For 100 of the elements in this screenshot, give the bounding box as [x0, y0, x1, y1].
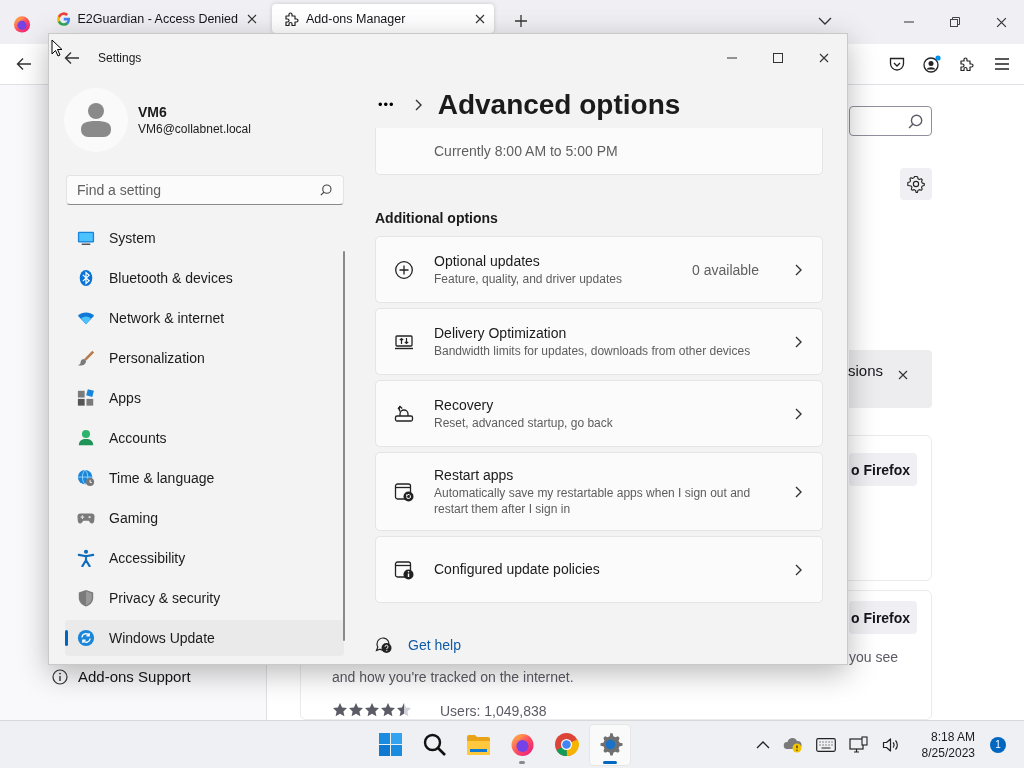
option-description: Bandwidth limits for updates, downloads from other devices	[434, 343, 752, 359]
option-card[interactable]: Recovery Reset, advanced startup, go back	[375, 380, 823, 447]
bluetooth-icon	[77, 269, 95, 287]
caret-up-icon	[755, 740, 770, 749]
extension-description: and how you're tracked on the internet.	[332, 669, 574, 685]
breadcrumb-overflow-button[interactable]: •••	[378, 97, 395, 112]
maximize-icon	[773, 52, 783, 63]
close-icon	[995, 16, 1007, 28]
browser-tab[interactable]: E2Guardian - Access Denied	[44, 4, 266, 33]
plus-icon	[514, 14, 528, 28]
chevron-right-icon	[795, 407, 802, 420]
close-icon	[819, 52, 829, 63]
firefox-logo-icon	[509, 732, 535, 757]
option-description: Automatically save my restartable apps when I sign out and restart them after I sign in	[434, 485, 752, 517]
nav-item[interactable]: System	[65, 220, 344, 256]
nav-item[interactable]: Apps	[65, 380, 344, 416]
dismiss-button[interactable]	[898, 370, 908, 380]
chevron-down-icon	[818, 17, 832, 25]
speaker-icon	[881, 736, 900, 753]
window-info-icon	[394, 559, 414, 580]
option-title: Configured update policies	[434, 560, 601, 579]
star-icon	[380, 702, 396, 718]
help-chat-icon	[375, 636, 393, 654]
shield-icon	[77, 589, 95, 607]
chevron-right-icon	[795, 263, 802, 276]
clock-button[interactable]: 8:18 AM 8/25/2023	[907, 728, 983, 761]
window-title: Settings	[98, 50, 142, 65]
windows-logo-icon	[377, 732, 403, 757]
back-arrow-icon	[64, 50, 80, 65]
nav-item[interactable]: Personalization	[65, 340, 344, 376]
option-title: Optional updates	[434, 252, 541, 271]
star-icon	[364, 702, 380, 718]
window-restart-icon	[394, 481, 414, 502]
person-icon	[77, 429, 95, 447]
menu-icon	[995, 58, 1009, 70]
minimize-icon	[727, 56, 737, 59]
help-link[interactable]: Get help	[408, 637, 461, 653]
chevron-right-icon	[414, 98, 422, 111]
globe-clock-icon	[77, 469, 95, 487]
add-to-firefox-button[interactable]: o Firefox	[849, 453, 917, 486]
close-icon	[898, 370, 908, 380]
user-count: Users: 1,049,838	[440, 703, 547, 719]
cloud-warning-icon	[782, 736, 803, 753]
option-value: 0 available	[692, 261, 759, 278]
nav-item[interactable]: Windows Update	[65, 620, 344, 656]
star-icon	[332, 702, 348, 718]
schedule-text: Currently 8:00 AM to 5:00 PM	[434, 143, 618, 159]
search-icon	[421, 732, 447, 757]
support-link[interactable]: Add-ons Support	[78, 668, 191, 685]
browser-tab[interactable]: Add-ons Manager	[272, 4, 494, 33]
restore-icon	[950, 17, 960, 27]
settings-icon	[907, 175, 925, 193]
option-card[interactable]: Restart apps Automatically save my restartable apps when I sign out and restart them after I sign in	[375, 452, 823, 531]
card-text: you see	[849, 649, 899, 665]
banner-text: sions	[848, 362, 884, 379]
chevron-right-icon	[795, 563, 802, 576]
paintbrush-icon	[77, 349, 95, 367]
option-title: Delivery Optimization	[434, 324, 568, 343]
puzzle-piece-icon	[284, 10, 300, 27]
close-icon	[475, 13, 485, 24]
nav-item[interactable]: Accessibility	[65, 540, 344, 576]
option-title: Recovery	[434, 396, 495, 415]
close-icon	[247, 13, 257, 24]
firefox-logo-icon	[13, 15, 31, 33]
chevron-right-icon	[795, 335, 802, 348]
add-to-firefox-button[interactable]: o Firefox	[849, 601, 917, 634]
minimize-icon	[904, 21, 914, 23]
option-card[interactable]: Optional updates Feature, quality, and driver updates 0 available	[375, 236, 823, 303]
star-icon	[348, 702, 364, 718]
user-name: VM6	[138, 103, 168, 121]
recovery-drive-icon	[394, 403, 414, 424]
google-logo-icon	[56, 10, 72, 27]
search-icon	[908, 113, 923, 129]
puzzle-piece-icon	[959, 56, 975, 72]
page-title: Advanced options	[437, 88, 681, 121]
notification-badge[interactable]: 1	[990, 736, 1006, 753]
option-card[interactable]: Configured update policies	[375, 536, 823, 603]
search-field[interactable]	[849, 106, 932, 136]
section-heading: Additional options	[375, 209, 499, 228]
avatar-icon	[81, 103, 111, 137]
monitor-icon	[77, 229, 95, 247]
apps-grid-icon	[77, 389, 95, 407]
search-icon	[320, 184, 332, 196]
chevron-right-icon	[795, 485, 802, 498]
option-description: Reset, advanced startup, go back	[434, 415, 614, 431]
pocket-icon	[889, 56, 905, 72]
settings-button[interactable]	[900, 168, 932, 200]
plus-circle-icon	[394, 259, 414, 280]
user-email: VM6@collabnet.local	[138, 121, 251, 137]
account-icon	[922, 55, 942, 73]
back-arrow-icon	[16, 57, 32, 71]
selection-indicator	[65, 630, 68, 646]
keyboard-icon	[815, 737, 836, 752]
chrome-logo-icon	[553, 732, 579, 757]
option-card[interactable]: Delivery Optimization Bandwidth limits for updates, downloads from other devices	[375, 308, 823, 375]
option-description: Feature, quality, and driver updates	[434, 271, 623, 287]
mouse-pointer-icon	[51, 39, 63, 57]
network-monitor-icon	[848, 735, 869, 754]
nav-item[interactable]: Accounts	[65, 420, 344, 456]
accessibility-figure-icon	[77, 549, 95, 567]
